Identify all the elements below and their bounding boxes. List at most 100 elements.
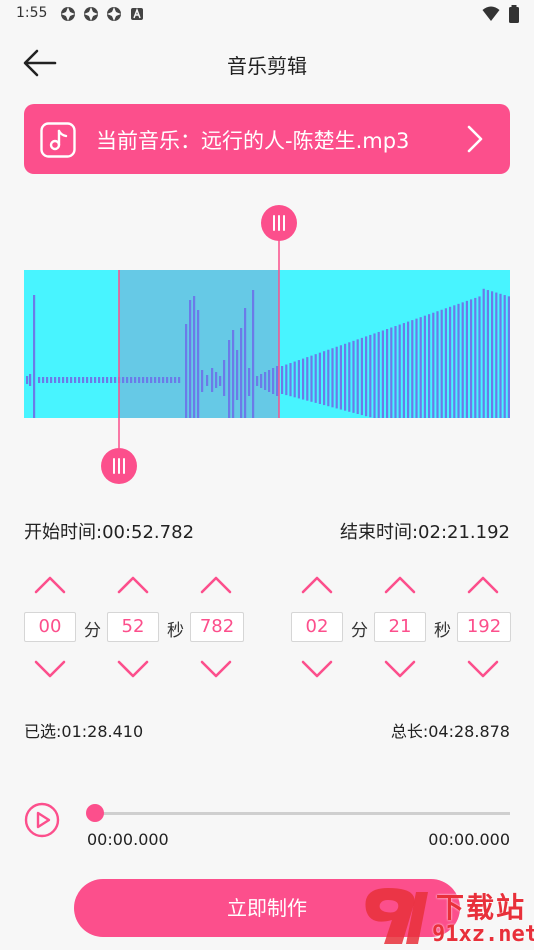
waveform-bar <box>465 300 468 418</box>
start-sec-unit: 秒 <box>167 621 184 641</box>
waveform-bar <box>276 366 279 396</box>
watermark-logo-icon <box>365 888 428 944</box>
waveform-bar <box>102 377 105 383</box>
waveform[interactable] <box>0 200 534 490</box>
waveform-bar <box>106 377 109 383</box>
waveform-bar <box>365 336 368 417</box>
waveform-bar <box>453 305 456 418</box>
end-sec-up-button[interactable] <box>382 572 418 598</box>
waveform-bar <box>201 370 204 392</box>
waveform-bar <box>189 300 192 418</box>
waveform-bar <box>162 377 165 383</box>
waveform-bar <box>436 311 439 418</box>
waveform-bar <box>398 324 401 418</box>
waveform-bar <box>223 360 226 396</box>
current-time: 00:00.000 <box>87 830 169 849</box>
waveform-bar <box>138 377 141 383</box>
end-marker-handle[interactable] <box>261 205 297 241</box>
chevron-up-icon <box>117 576 149 594</box>
current-music-selector[interactable]: 当前音乐：远行的人-陈楚生.mp3 <box>24 104 510 174</box>
waveform-bar <box>356 339 359 414</box>
waveform-bar <box>289 363 292 397</box>
waveform-bar <box>360 337 363 416</box>
waveform-bar <box>42 377 45 383</box>
waveform-bar <box>339 345 342 410</box>
waveform-bar <box>293 361 296 398</box>
start-min-up-button[interactable] <box>32 572 68 598</box>
waveform-bar <box>228 340 231 418</box>
waveform-bar <box>327 349 330 407</box>
end-min-up-button[interactable] <box>299 572 335 598</box>
status-notification-icons <box>60 6 145 22</box>
start-min-unit: 分 <box>84 621 101 641</box>
waveform-bar <box>302 358 305 400</box>
waveform-bar <box>415 318 418 418</box>
waveform-bar <box>386 328 389 418</box>
waveform-bar <box>110 377 113 383</box>
total-duration: 总长:04:28.878 <box>390 722 510 741</box>
end-ms-up-button[interactable] <box>465 572 501 598</box>
start-marker-handle[interactable] <box>101 448 137 484</box>
end-sec-down-button[interactable] <box>382 656 418 682</box>
waveform-bar <box>432 312 435 418</box>
waveform-bar <box>82 377 85 383</box>
waveform-bar <box>268 370 271 392</box>
start-ms-down-button[interactable] <box>198 656 234 682</box>
grip-icon <box>273 215 285 231</box>
waveform-bar <box>281 366 284 394</box>
end-min-down-button[interactable] <box>299 656 335 682</box>
chevron-up-icon <box>301 576 333 594</box>
waveform-bar <box>29 374 32 386</box>
end-min-field[interactable]: 02 <box>291 612 343 642</box>
waveform-bar <box>236 350 239 400</box>
play-button[interactable] <box>24 802 60 838</box>
waveform-bar <box>352 340 355 413</box>
waveform-bar <box>495 292 498 418</box>
end-ms-field[interactable]: 192 <box>457 612 511 642</box>
top-bar: 音乐剪辑 <box>0 36 534 92</box>
waveform-bar <box>146 377 149 383</box>
start-sec-field[interactable]: 52 <box>107 612 159 642</box>
waveform-bar <box>70 377 73 383</box>
waveform-bar <box>331 348 334 408</box>
waveform-bar <box>449 306 452 418</box>
waveform-bar <box>428 314 431 418</box>
playback-progress-thumb[interactable] <box>86 804 104 822</box>
playback-progress-track[interactable] <box>95 812 510 815</box>
waveform-bar <box>232 330 235 418</box>
waveform-bar <box>256 376 259 386</box>
waveform-bar <box>491 291 494 418</box>
waveform-bar <box>423 315 426 418</box>
waveform-bar <box>219 376 222 386</box>
waveform-bar <box>130 377 133 383</box>
chevron-up-icon <box>34 576 66 594</box>
start-ms-field[interactable]: 782 <box>190 612 244 642</box>
waveform-bar <box>170 377 173 383</box>
start-sec-down-button[interactable] <box>115 656 151 682</box>
waveform-bar <box>240 328 243 418</box>
waveform-bar <box>419 317 422 418</box>
chevron-up-icon <box>200 576 232 594</box>
start-ms-up-button[interactable] <box>198 572 234 598</box>
waveform-bar <box>66 377 69 383</box>
waveform-bar <box>206 375 209 386</box>
waveform-bar <box>193 296 196 418</box>
start-sec-up-button[interactable] <box>115 572 151 598</box>
waveform-bar <box>285 364 288 396</box>
end-ms-down-button[interactable] <box>465 656 501 682</box>
waveform-bar <box>394 326 397 418</box>
start-min-down-button[interactable] <box>32 656 68 682</box>
notification-app-icon <box>107 7 121 21</box>
status-system-icons <box>482 5 520 23</box>
notification-a-icon <box>131 7 143 20</box>
waveform-bar <box>444 308 447 418</box>
start-min-field[interactable]: 00 <box>24 612 76 642</box>
waveform-bar <box>507 296 510 418</box>
waveform-bar <box>178 377 181 383</box>
end-sec-field[interactable]: 21 <box>374 612 426 642</box>
waveform-bar <box>211 368 214 392</box>
current-music-label: 当前音乐：远行的人-陈楚生.mp3 <box>96 129 410 153</box>
waveform-bar <box>486 290 489 418</box>
waveform-editor[interactable] <box>0 200 534 490</box>
waveform-bar <box>482 288 485 418</box>
